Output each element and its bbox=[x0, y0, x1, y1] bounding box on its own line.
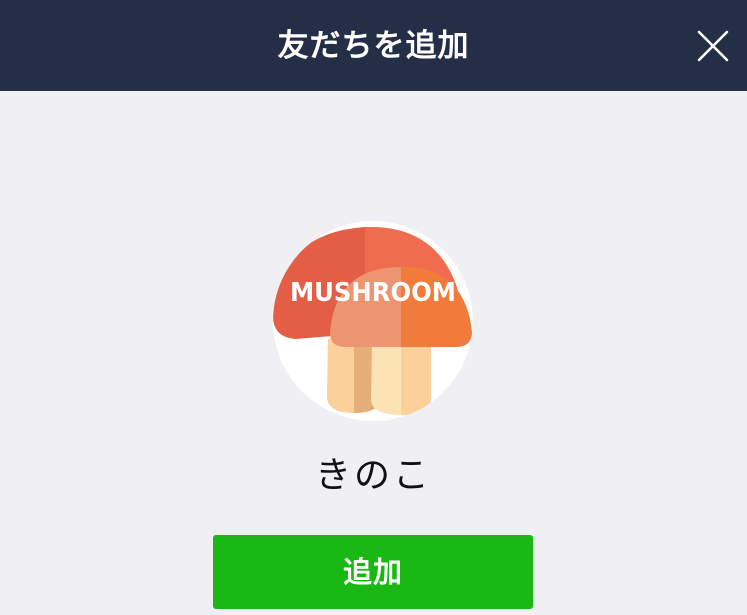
mushroom-icon: MUSHROOM bbox=[273, 226, 472, 415]
profile-panel: MUSHROOM きのこ 追加 bbox=[0, 91, 747, 615]
top-bar: 友だちを追加 bbox=[0, 0, 747, 91]
mushroom-logo-text: MUSHROOM bbox=[290, 278, 456, 308]
page-title: 友だちを追加 bbox=[277, 28, 470, 64]
close-icon bbox=[697, 30, 729, 62]
profile-name: きのこ bbox=[314, 455, 432, 496]
add-friend-button[interactable]: 追加 bbox=[213, 535, 533, 609]
close-button[interactable] bbox=[696, 29, 730, 63]
avatar: MUSHROOM bbox=[273, 221, 473, 421]
